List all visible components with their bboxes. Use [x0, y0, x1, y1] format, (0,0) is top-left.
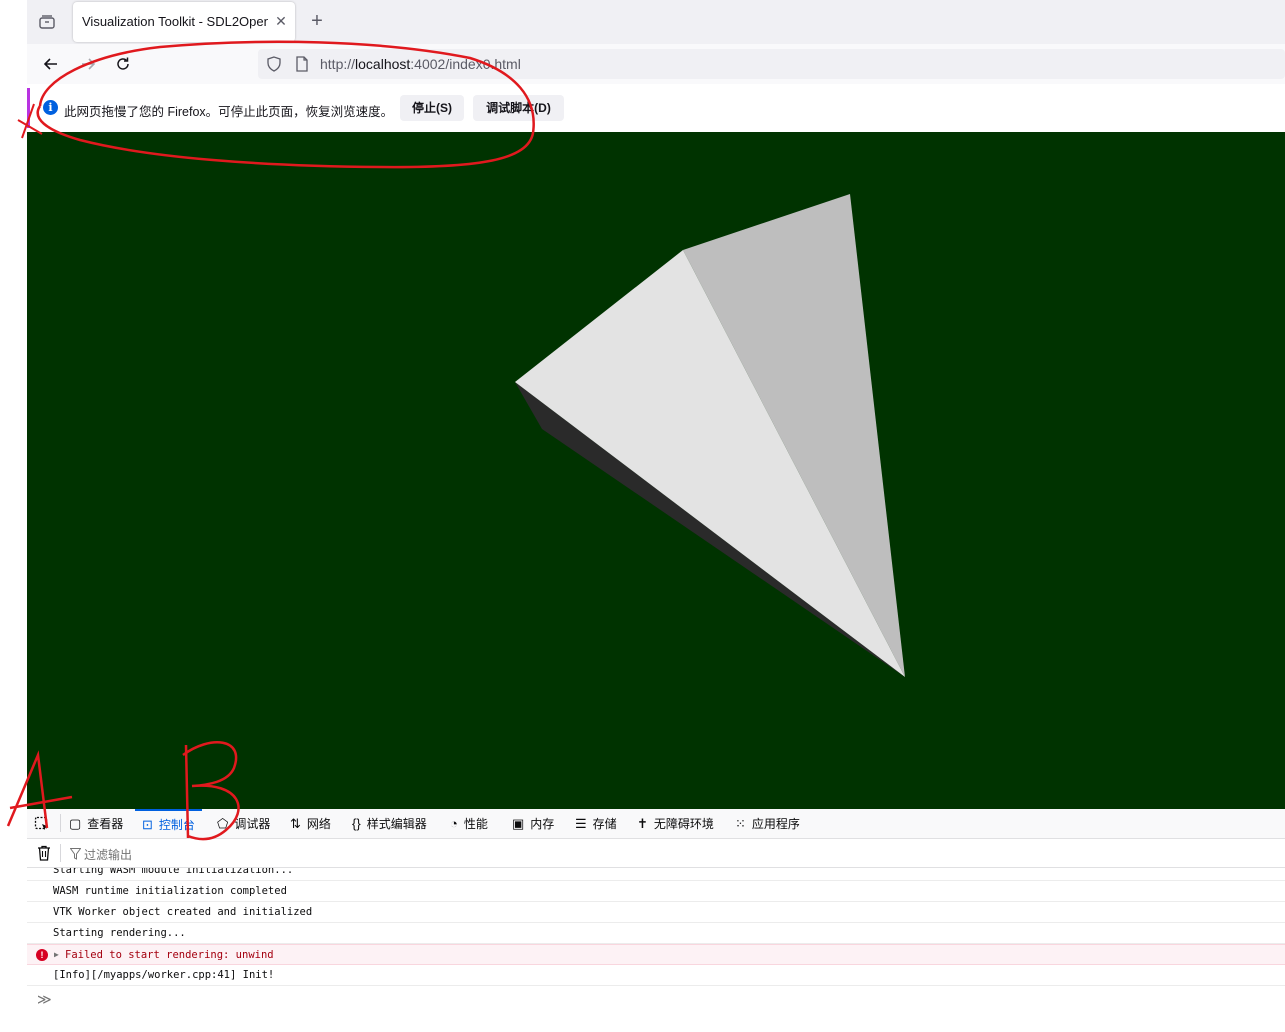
console-icon: ⊡ — [142, 816, 153, 832]
performance-icon: ◔ — [450, 816, 458, 831]
tab-list-icon[interactable] — [36, 12, 58, 32]
tab-debugger[interactable]: ⬠ 调试器 — [217, 809, 270, 838]
notification-message: 此网页拖慢了您的 Firefox。可停止此页面，恢复浏览速度。 — [64, 105, 394, 119]
reload-icon — [117, 57, 129, 70]
pyramid-render — [515, 194, 905, 677]
console-output: Starting WASM module initialization... W… — [27, 868, 1285, 1032]
tab-application[interactable]: ⁙ 应用程序 — [735, 809, 800, 838]
element-picker-icon[interactable] — [34, 816, 50, 837]
url-host: localhost — [355, 56, 411, 72]
tab-label: 无障碍环境 — [653, 817, 714, 831]
stop-script-button[interactable]: 停止(S) — [400, 95, 464, 121]
console-log-row: [Info][/myapps/worker.cpp:41] Init! — [27, 965, 1285, 986]
console-filter-bar: 过滤输出 — [27, 839, 1285, 868]
style-editor-icon: {} — [352, 816, 361, 831]
console-input-prompt[interactable]: ≫ — [37, 992, 52, 1008]
error-message: Failed to start rendering: unwind — [65, 949, 274, 961]
tab-label: 内存 — [530, 817, 555, 831]
memory-icon: ▣ — [512, 815, 525, 831]
filter-icon — [69, 847, 82, 865]
log-message: Starting WASM module initialization... — [53, 868, 294, 876]
forward-button[interactable] — [74, 50, 102, 78]
log-message: Starting rendering... — [53, 927, 186, 939]
tab-label: 网络 — [306, 817, 331, 831]
debug-script-button[interactable]: 调试脚本(D) — [473, 95, 564, 121]
info-icon: i — [43, 100, 58, 115]
expand-arrow-icon[interactable]: ▶ — [54, 945, 59, 965]
render-canvas[interactable] — [27, 132, 1285, 809]
console-filter-input[interactable]: 过滤输出 — [84, 846, 132, 863]
tab-memory[interactable]: ▣ 内存 — [512, 809, 554, 838]
tab-title: Visualization Toolkit - SDL2OpenGL — [82, 14, 268, 29]
console-log-row: Starting WASM module initialization... — [27, 868, 1285, 881]
back-arrow-icon — [43, 58, 57, 70]
filter-divider — [60, 844, 61, 862]
tab-label: 查看器 — [87, 817, 124, 831]
tab-label: 存储 — [592, 817, 617, 831]
console-log-row: VTK Worker object created and initialize… — [27, 902, 1285, 923]
debugger-icon: ⬠ — [217, 815, 229, 831]
tab-network[interactable]: ⇅ 网络 — [290, 809, 331, 838]
console-log-row: Starting rendering... — [27, 923, 1285, 944]
reload-button[interactable] — [109, 50, 137, 78]
inspector-icon: ▢ — [69, 815, 82, 831]
console-error-row[interactable]: ! ▶ Failed to start rendering: unwind — [27, 944, 1285, 965]
tab-label: 性能 — [463, 817, 488, 831]
log-message: VTK Worker object created and initialize… — [53, 906, 313, 918]
forward-arrow-icon — [82, 58, 96, 70]
toolbar-divider — [60, 814, 61, 832]
tab-accessibility[interactable]: ✝ 无障碍环境 — [637, 809, 714, 838]
browser-tab[interactable]: Visualization Toolkit - SDL2OpenGL ✕ — [73, 2, 295, 42]
tab-label: 应用程序 — [751, 817, 800, 831]
network-icon: ⇅ — [290, 815, 301, 831]
tab-label: 样式编辑器 — [366, 817, 427, 831]
tab-console[interactable]: ⊡ 控制台 — [135, 809, 202, 838]
log-message: WASM runtime initialization completed — [53, 885, 287, 897]
trash-icon[interactable] — [37, 845, 51, 866]
tab-style-editor[interactable]: {} 样式编辑器 — [352, 809, 427, 838]
accessibility-icon: ✝ — [637, 815, 648, 831]
url-path: :4002/index0.html — [410, 56, 521, 72]
tab-performance[interactable]: ◔ 性能 — [450, 809, 488, 838]
url-bar[interactable]: http://localhost:4002/index0.html — [258, 49, 1285, 79]
error-icon: ! — [36, 949, 48, 961]
close-tab-icon[interactable]: ✕ — [271, 11, 291, 31]
application-icon: ⁙ — [735, 815, 746, 831]
url-scheme: http:// — [320, 56, 356, 72]
new-tab-button[interactable]: + — [306, 10, 328, 32]
back-button[interactable] — [37, 50, 65, 78]
shield-icon[interactable] — [266, 56, 282, 72]
console-log-row: WASM runtime initialization completed — [27, 881, 1285, 902]
tab-storage[interactable]: ☰ 存储 — [575, 809, 617, 838]
slow-script-notification: i 此网页拖慢了您的 Firefox。可停止此页面，恢复浏览速度。 停止(S) … — [27, 88, 1285, 128]
tab-label: 控制台 — [158, 818, 195, 832]
storage-icon: ☰ — [575, 815, 587, 831]
url-text[interactable]: http://localhost:4002/index0.html — [320, 56, 521, 72]
log-message: [Info][/myapps/worker.cpp:41] Init! — [53, 969, 275, 981]
page-icon[interactable] — [295, 56, 309, 72]
tab-label: 调试器 — [234, 817, 271, 831]
devtools-toolbar: ▢ 查看器 ⊡ 控制台 ⬠ 调试器 ⇅ 网络 {} 样式编辑器 ◔ 性能 ▣ 内存 ☰ 存储 ✝… — [27, 809, 1285, 839]
tab-inspector[interactable]: ▢ 查看器 — [69, 809, 123, 838]
